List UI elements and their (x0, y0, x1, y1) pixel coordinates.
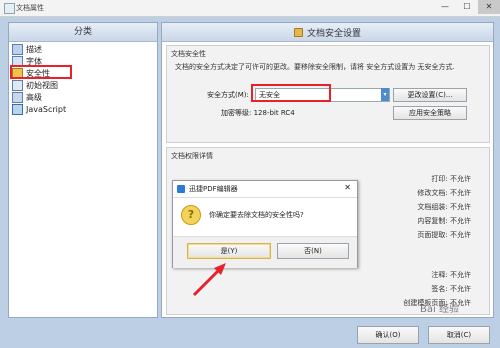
document-info-icon (12, 43, 23, 55)
app-icon (4, 3, 15, 14)
tree-item-javascript[interactable]: JavaScript (12, 103, 152, 115)
close-button[interactable]: ✕ (478, 0, 500, 14)
no-button[interactable]: 否(N) (277, 243, 349, 259)
dialog-message: 你确定要去除文档的安全性吗? (209, 211, 304, 219)
category-panel: 分类 描述 字体 安全性 初始视图 高级 JavaScript (8, 22, 158, 318)
permission-label: 页面提取: (417, 231, 448, 239)
permission-label: 签名: (431, 285, 448, 293)
permission-row: 修改文档: 不允许 (417, 188, 471, 198)
dialog-title-bar: 迅捷PDF编辑器 ✕ (173, 181, 357, 198)
view-icon (12, 79, 23, 91)
tree-item-description[interactable]: 描述 (12, 43, 152, 55)
window-title: 文档属性 (16, 4, 44, 12)
permission-label: 内容复制: (417, 217, 448, 225)
permission-label: 注释: (431, 271, 448, 279)
tree-item-initial-view[interactable]: 初始视图 (12, 79, 152, 91)
encryption-level: 加密等级: 128-bit RC4 (221, 109, 295, 117)
dialog-close-button[interactable]: ✕ (344, 183, 351, 192)
question-icon: ? (181, 205, 201, 225)
permission-label: 打印: (431, 175, 448, 183)
permission-value: 不允许 (450, 175, 471, 183)
permission-row: 注释: 不允许 (431, 270, 471, 280)
tree-item-label: 描述 (26, 44, 42, 54)
permission-row: 打印: 不允许 (431, 174, 471, 184)
change-settings-button[interactable]: 更改设置(C)... (393, 88, 467, 102)
permission-value: 不允许 (450, 203, 471, 211)
cancel-button[interactable]: 取消(C) (428, 326, 490, 344)
tree-item-security[interactable]: 安全性 (10, 65, 72, 79)
title-bar: 文档属性 — ☐ ✕ (0, 0, 500, 17)
permission-value: 不允许 (450, 189, 471, 197)
tree-item-label: 初始视图 (26, 80, 58, 90)
category-header: 分类 (9, 23, 157, 42)
yes-button[interactable]: 是(Y) (187, 243, 271, 259)
document-security-group: 文档安全性 文档的安全方式决定了可许可的更改。要移除安全限制，请将 安全方式设置… (166, 45, 490, 143)
confirm-dialog: 迅捷PDF编辑器 ✕ ? 你确定要去除文档的安全性吗? 是(Y) 否(N) (172, 180, 358, 268)
javascript-icon (12, 103, 23, 115)
lock-icon (293, 27, 303, 37)
permission-label: 修改文档: (417, 189, 448, 197)
highlight-box (10, 65, 72, 79)
security-header: 文档安全设置 (162, 23, 493, 42)
permission-row: 签名: 不允许 (431, 284, 471, 294)
permission-label: 文档组装: (417, 203, 448, 211)
ok-button[interactable]: 确认(O) (357, 326, 419, 344)
permission-value: 不允许 (450, 217, 471, 225)
permission-row: 页面提取: 不允许 (417, 230, 471, 240)
permission-value: 不允许 (450, 285, 471, 293)
tree-item-label: JavaScript (26, 104, 67, 114)
dialog-title: 迅捷PDF编辑器 (189, 185, 238, 193)
permission-group-title: 文档权限详情 (171, 152, 213, 160)
security-description: 文档的安全方式决定了可许可的更改。要移除安全限制，请将 安全方式设置为 无安全方… (175, 63, 455, 71)
permission-row: 文档组装: 不允许 (417, 202, 471, 212)
security-group-title: 文档安全性 (171, 50, 206, 58)
maximize-button[interactable]: ☐ (456, 0, 478, 14)
minimize-button[interactable]: — (434, 0, 456, 14)
permission-row: 内容复制: 不允许 (417, 216, 471, 226)
security-method-label: 安全方式(M): (207, 91, 249, 99)
dropdown-arrow-icon[interactable]: ▾ (381, 88, 389, 101)
permission-value: 不允许 (450, 271, 471, 279)
highlight-box (251, 84, 331, 102)
advanced-icon (12, 91, 23, 103)
annotation-arrow-icon (192, 263, 226, 297)
category-tree: 描述 字体 安全性 初始视图 高级 JavaScript (10, 43, 152, 115)
watermark-text: Bai 经验 (420, 304, 459, 315)
permission-value: 不允许 (450, 231, 471, 239)
security-header-title: 文档安全设置 (306, 28, 361, 39)
app-icon (177, 185, 185, 193)
tree-item-label: 高级 (26, 92, 42, 102)
tree-item-advanced[interactable]: 高级 (12, 91, 152, 103)
apply-security-policy-button[interactable]: 应用安全策略 (393, 106, 467, 120)
